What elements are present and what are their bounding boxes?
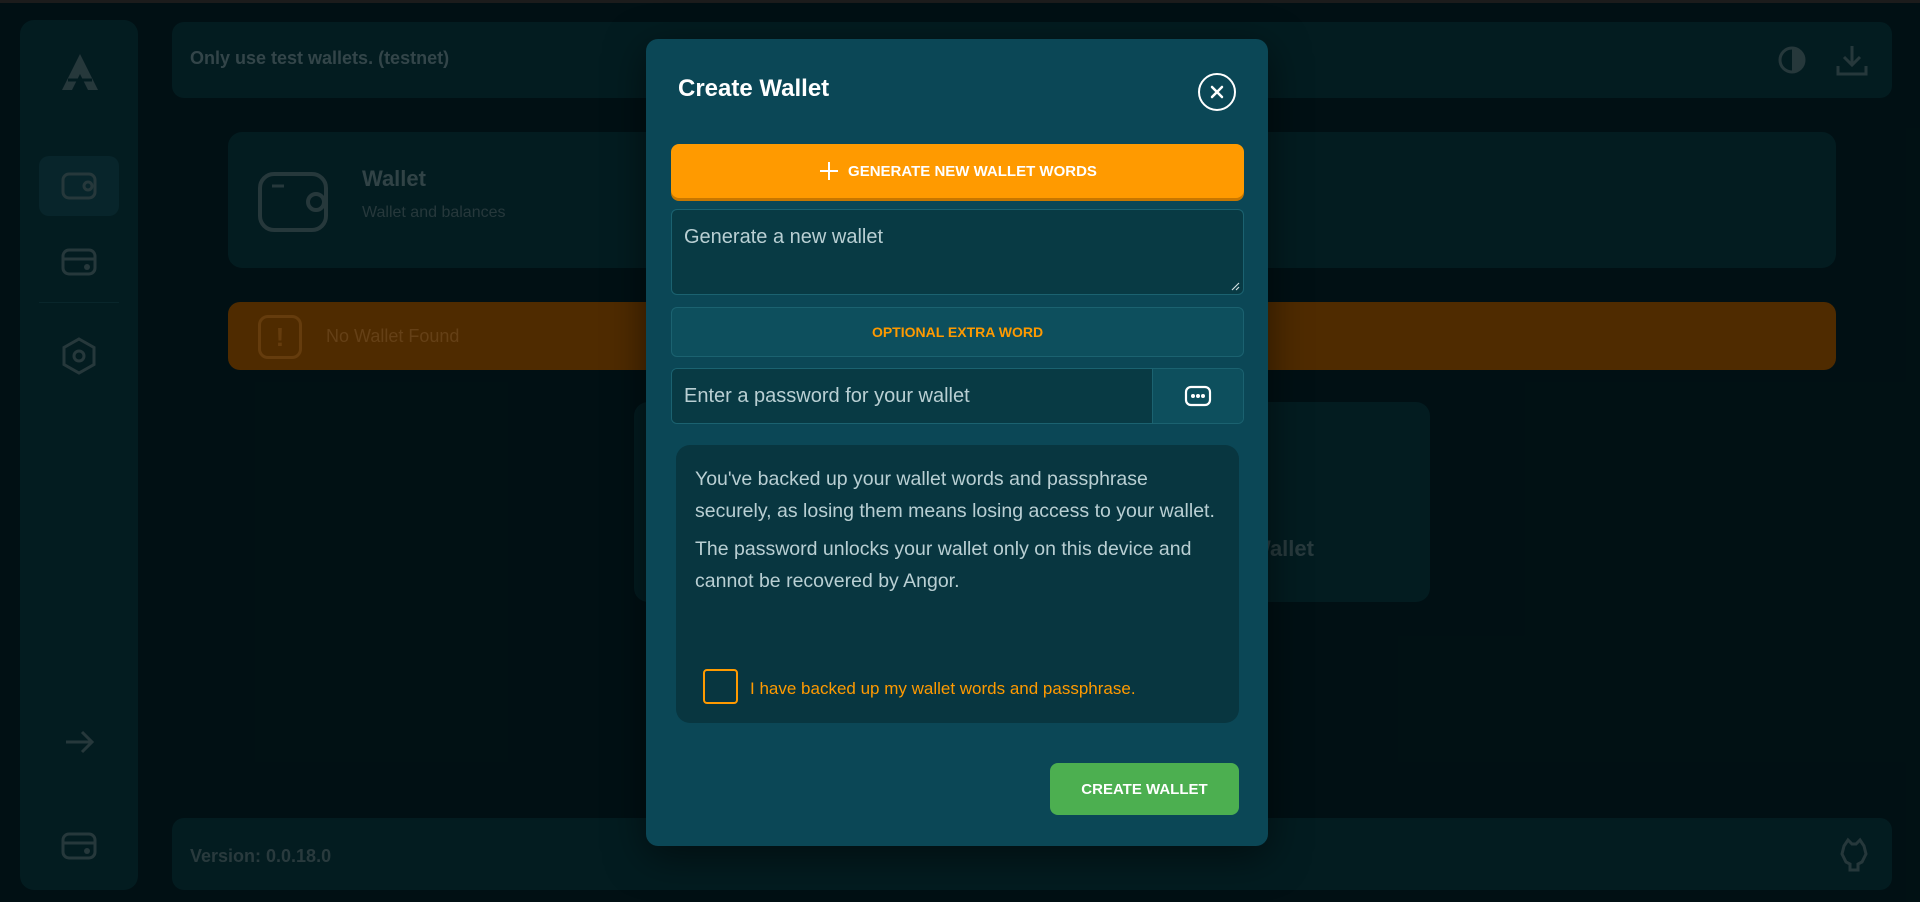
github-icon[interactable] — [1836, 836, 1872, 872]
wallet-large-icon — [258, 172, 328, 232]
sidebar-item-wallet[interactable] — [39, 156, 119, 216]
close-icon — [1210, 85, 1224, 99]
warning-text: No Wallet Found — [326, 326, 460, 346]
version-label: Version: 0.0.18.0 — [190, 846, 332, 866]
close-button[interactable] — [1198, 73, 1236, 111]
create-wallet-label: CREATE WALLET — [1081, 780, 1208, 798]
wallet-card-subtitle: Wallet and balances — [362, 204, 506, 221]
password-visibility-toggle[interactable] — [1152, 369, 1243, 423]
wallet-bottom-icon — [61, 832, 97, 860]
sidebar-divider — [39, 302, 119, 303]
wallet-icon — [61, 172, 97, 200]
theme-toggle-icon[interactable] — [1772, 40, 1812, 80]
wallet-words-placeholder: Generate a new wallet — [684, 226, 884, 248]
arrow-right-icon — [66, 730, 95, 754]
password-input[interactable] — [672, 369, 1152, 423]
sidebar-item-wallet-bottom[interactable] — [39, 816, 119, 876]
generate-button-label: GENERATE NEW WALLET WORDS — [848, 162, 1097, 180]
sidebar — [20, 20, 138, 890]
backup-acknowledge[interactable]: I have backed up my wallet words and pas… — [703, 669, 1136, 704]
backup-checkbox-label[interactable]: I have backed up my wallet words and pas… — [750, 679, 1136, 699]
create-wallet-button[interactable]: CREATE WALLET — [1050, 763, 1239, 815]
extra-word-label: OPTIONAL EXTRA WORD — [871, 324, 1044, 340]
wallet-card-title: Wallet — [362, 166, 426, 191]
generate-wallet-words-button[interactable]: GENERATE NEW WALLET WORDS — [671, 144, 1244, 198]
password-dots-icon — [1184, 385, 1212, 407]
angor-logo-icon[interactable] — [58, 50, 102, 94]
password-group — [671, 368, 1244, 424]
backup-info-box: You've backed up your wallet words and p… — [676, 445, 1239, 723]
password-info-text: The password unlocks your wallet only on… — [695, 538, 1192, 592]
settings-icon — [62, 337, 96, 375]
download-icon[interactable] — [1832, 40, 1872, 80]
testnet-banner: Only use test wallets. (testnet) — [190, 48, 450, 68]
sidebar-item-settings[interactable] — [39, 326, 119, 386]
resize-grip-icon[interactable] — [1231, 282, 1240, 291]
modal-title: Create Wallet — [678, 75, 830, 102]
plus-icon — [820, 162, 839, 180]
create-wallet-modal: Create Wallet GENERATE NEW WALLET WORDS … — [646, 39, 1268, 846]
sidebar-item-funds[interactable] — [39, 232, 119, 292]
backup-checkbox[interactable] — [703, 669, 738, 704]
backup-info-text: You've backed up your wallet words and p… — [695, 468, 1215, 522]
optional-extra-word-button[interactable]: OPTIONAL EXTRA WORD — [671, 307, 1244, 357]
warning-icon: ! — [258, 315, 302, 359]
window-top-border — [0, 0, 1920, 3]
sidebar-item-collapse[interactable] — [39, 712, 119, 772]
wallet-words-textarea[interactable]: Generate a new wallet — [671, 209, 1244, 295]
funds-icon — [61, 248, 97, 276]
